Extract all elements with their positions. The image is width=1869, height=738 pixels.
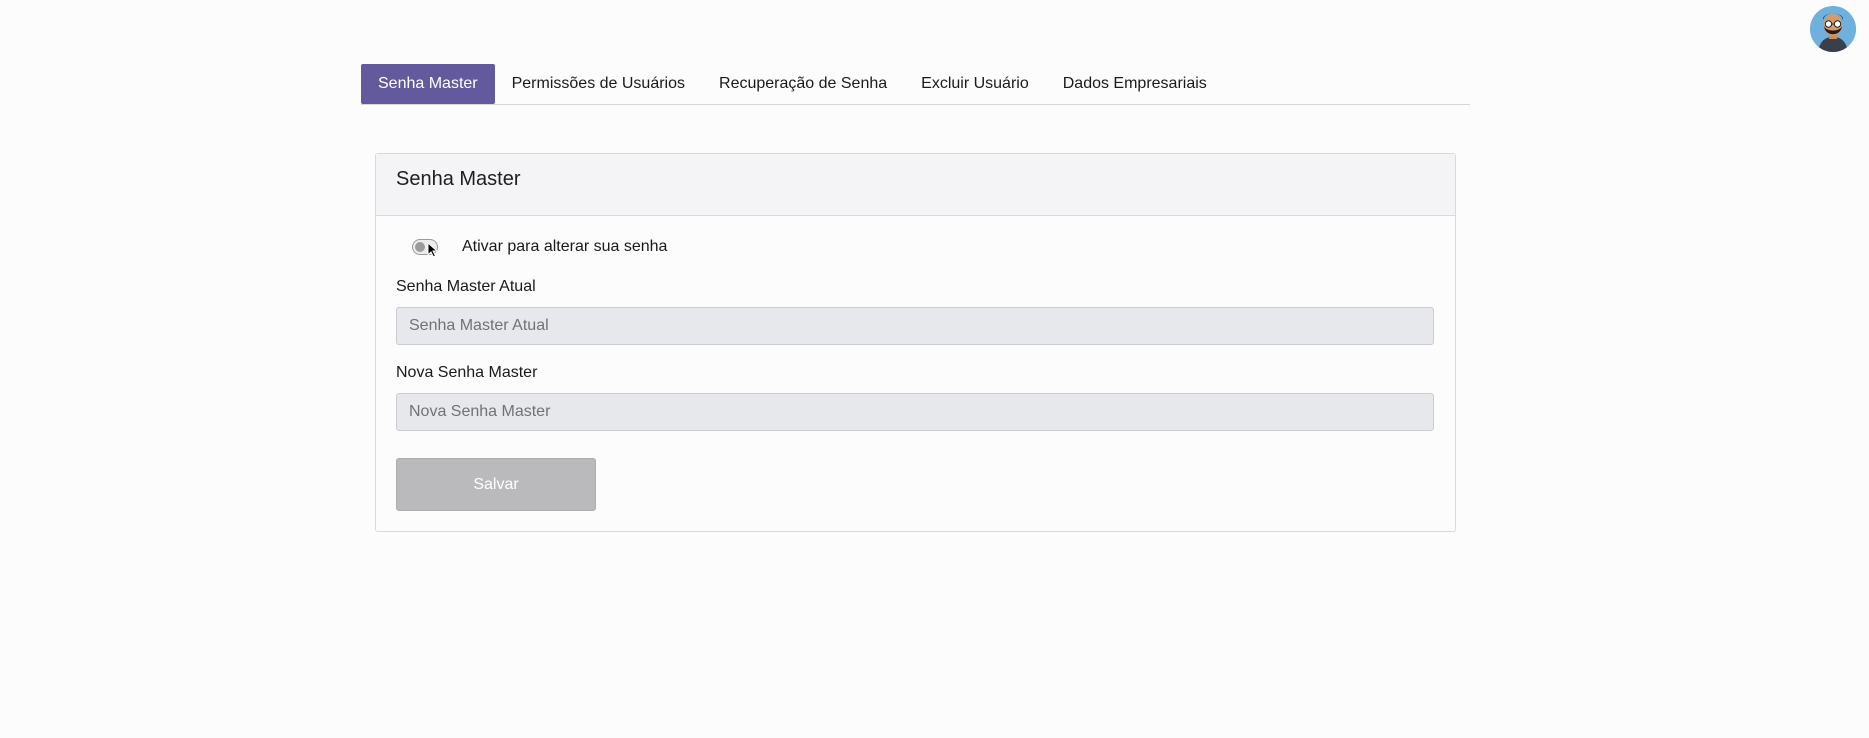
tab-dados-empresariais[interactable]: Dados Empresariais: [1046, 64, 1224, 104]
current-password-label: Senha Master Atual: [396, 278, 536, 295]
card-header: Senha Master: [376, 154, 1455, 216]
new-password-input[interactable]: [396, 393, 1434, 431]
toggle-label: Ativar para alterar sua senha: [462, 238, 668, 255]
tab-excluir-usuario[interactable]: Excluir Usuário: [904, 64, 1046, 104]
user-avatar-icon[interactable]: [1810, 6, 1856, 52]
mouse-pointer-icon: [427, 242, 439, 258]
tab-permissoes-usuarios[interactable]: Permissões de Usuários: [495, 64, 702, 104]
new-password-label: Nova Senha Master: [396, 364, 538, 381]
card-title: Senha Master: [396, 168, 521, 190]
toggle-knob: [415, 242, 425, 252]
enable-password-change-toggle[interactable]: [412, 239, 439, 258]
tab-recuperacao-senha[interactable]: Recuperação de Senha: [702, 64, 904, 104]
tab-senha-master[interactable]: Senha Master: [361, 64, 495, 104]
settings-tabs: Senha Master Permissões de Usuários Recu…: [361, 64, 1470, 105]
master-password-card: Senha Master Ativar para alterar sua sen…: [375, 153, 1456, 532]
current-password-input[interactable]: [396, 307, 1434, 345]
toggle-row: Ativar para alterar sua senha: [412, 238, 668, 258]
save-button[interactable]: Salvar: [396, 458, 596, 511]
